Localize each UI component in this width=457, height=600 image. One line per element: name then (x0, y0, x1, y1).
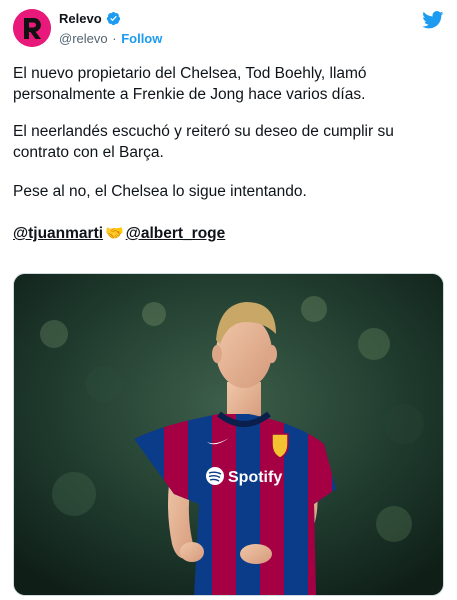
tweet-paragraph-3: Pese al no, el Chelsea lo sigue intentan… (13, 183, 307, 200)
verified-badge-icon (106, 11, 121, 26)
relevo-logo-icon (13, 9, 51, 47)
mention-link-albert-roge[interactable]: @albert_roge (126, 223, 226, 244)
author-name[interactable]: Relevo (59, 11, 102, 26)
separator-dot: · (112, 31, 117, 46)
tweet-photo[interactable]: Spotify (13, 273, 444, 596)
mentions-row: @tjuanmarti 🤝 @albert_roge (13, 223, 225, 244)
handshake-emoji-icon: 🤝 (105, 225, 124, 242)
twitter-bird-icon[interactable] (422, 11, 444, 29)
author-handle[interactable]: @relevo (59, 31, 108, 46)
avatar[interactable] (13, 9, 51, 47)
shirt-sponsor-text: Spotify (228, 469, 282, 486)
handle-row: @relevo · Follow (59, 31, 162, 46)
tweet-paragraph-2: El neerlandés escuchó y reiteró su deseo… (13, 123, 394, 161)
author-row: Relevo (59, 11, 121, 26)
mention-link-tjuanmarti[interactable]: @tjuanmarti (13, 223, 103, 244)
tweet-card: Relevo @relevo · Follow El nuevo propiet… (0, 0, 457, 600)
player-photo: Spotify (14, 274, 443, 595)
follow-button[interactable]: Follow (121, 31, 162, 46)
tweet-paragraph-1: El nuevo propietario del Chelsea, Tod Bo… (13, 65, 367, 103)
